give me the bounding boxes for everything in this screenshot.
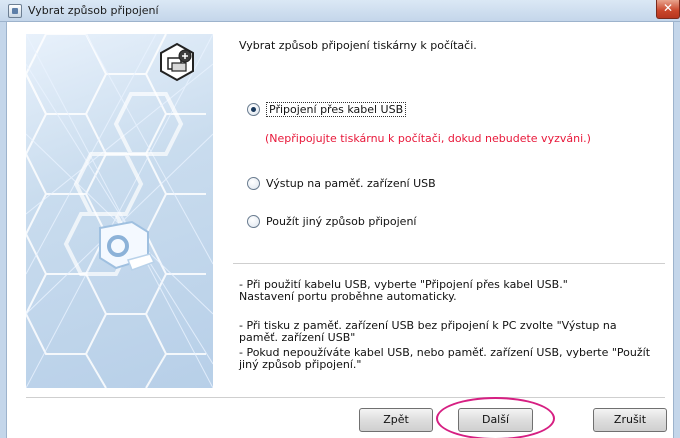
note-usb-memory: - Při tisku z paměť. zařízení USB bez př…: [239, 320, 669, 344]
radio-usb-cable[interactable]: [247, 103, 260, 116]
separator-bottom: [26, 397, 665, 398]
app-icon: [8, 4, 22, 18]
note-other: - Pokud nepoužíváte kabel USB, nebo pamě…: [239, 347, 669, 371]
printer-icon: [99, 220, 156, 271]
warning-text: (Nepřipojujte tiskárnu k počítači, dokud…: [265, 132, 591, 145]
title-bar: Vybrat způsob připojení ✕: [0, 0, 680, 22]
next-button[interactable]: Další: [458, 408, 533, 432]
option-usb-cable[interactable]: Připojení přes kabel USB: [247, 102, 407, 117]
window-frame-right: [673, 22, 680, 438]
note-mem-line2: paměť. zařízení USB": [239, 331, 356, 344]
separator-top: [233, 263, 665, 264]
printer-network-icon: [160, 42, 194, 82]
wizard-illustration: [26, 34, 213, 388]
option-usb-cable-label[interactable]: Připojení přes kabel USB: [266, 102, 407, 117]
page-heading: Vybrat způsob připojení tiskárny k počít…: [239, 39, 477, 52]
option-usb-memory-label[interactable]: Výstup na paměť. zařízení USB: [266, 177, 436, 190]
cancel-button[interactable]: Zrušit: [593, 408, 667, 432]
option-other-label[interactable]: Použít jiný způsob připojení: [266, 215, 416, 228]
window-title: Vybrat způsob připojení: [28, 4, 159, 17]
radio-other[interactable]: [247, 215, 260, 228]
note-usb: - Při použití kabelu USB, vyberte "Připo…: [239, 279, 669, 303]
radio-usb-memory[interactable]: [247, 177, 260, 190]
close-button[interactable]: ✕: [656, 0, 680, 19]
note-usb-line2: Nastavení portu proběhne automaticky.: [239, 290, 457, 303]
back-button[interactable]: Zpět: [359, 408, 433, 432]
option-other[interactable]: Použít jiný způsob připojení: [247, 215, 416, 228]
note-other-line2: jiný způsob připojení.": [239, 358, 362, 371]
hexagon-pattern: [26, 34, 213, 388]
window-frame-left: [0, 22, 7, 438]
option-usb-memory[interactable]: Výstup na paměť. zařízení USB: [247, 177, 436, 190]
